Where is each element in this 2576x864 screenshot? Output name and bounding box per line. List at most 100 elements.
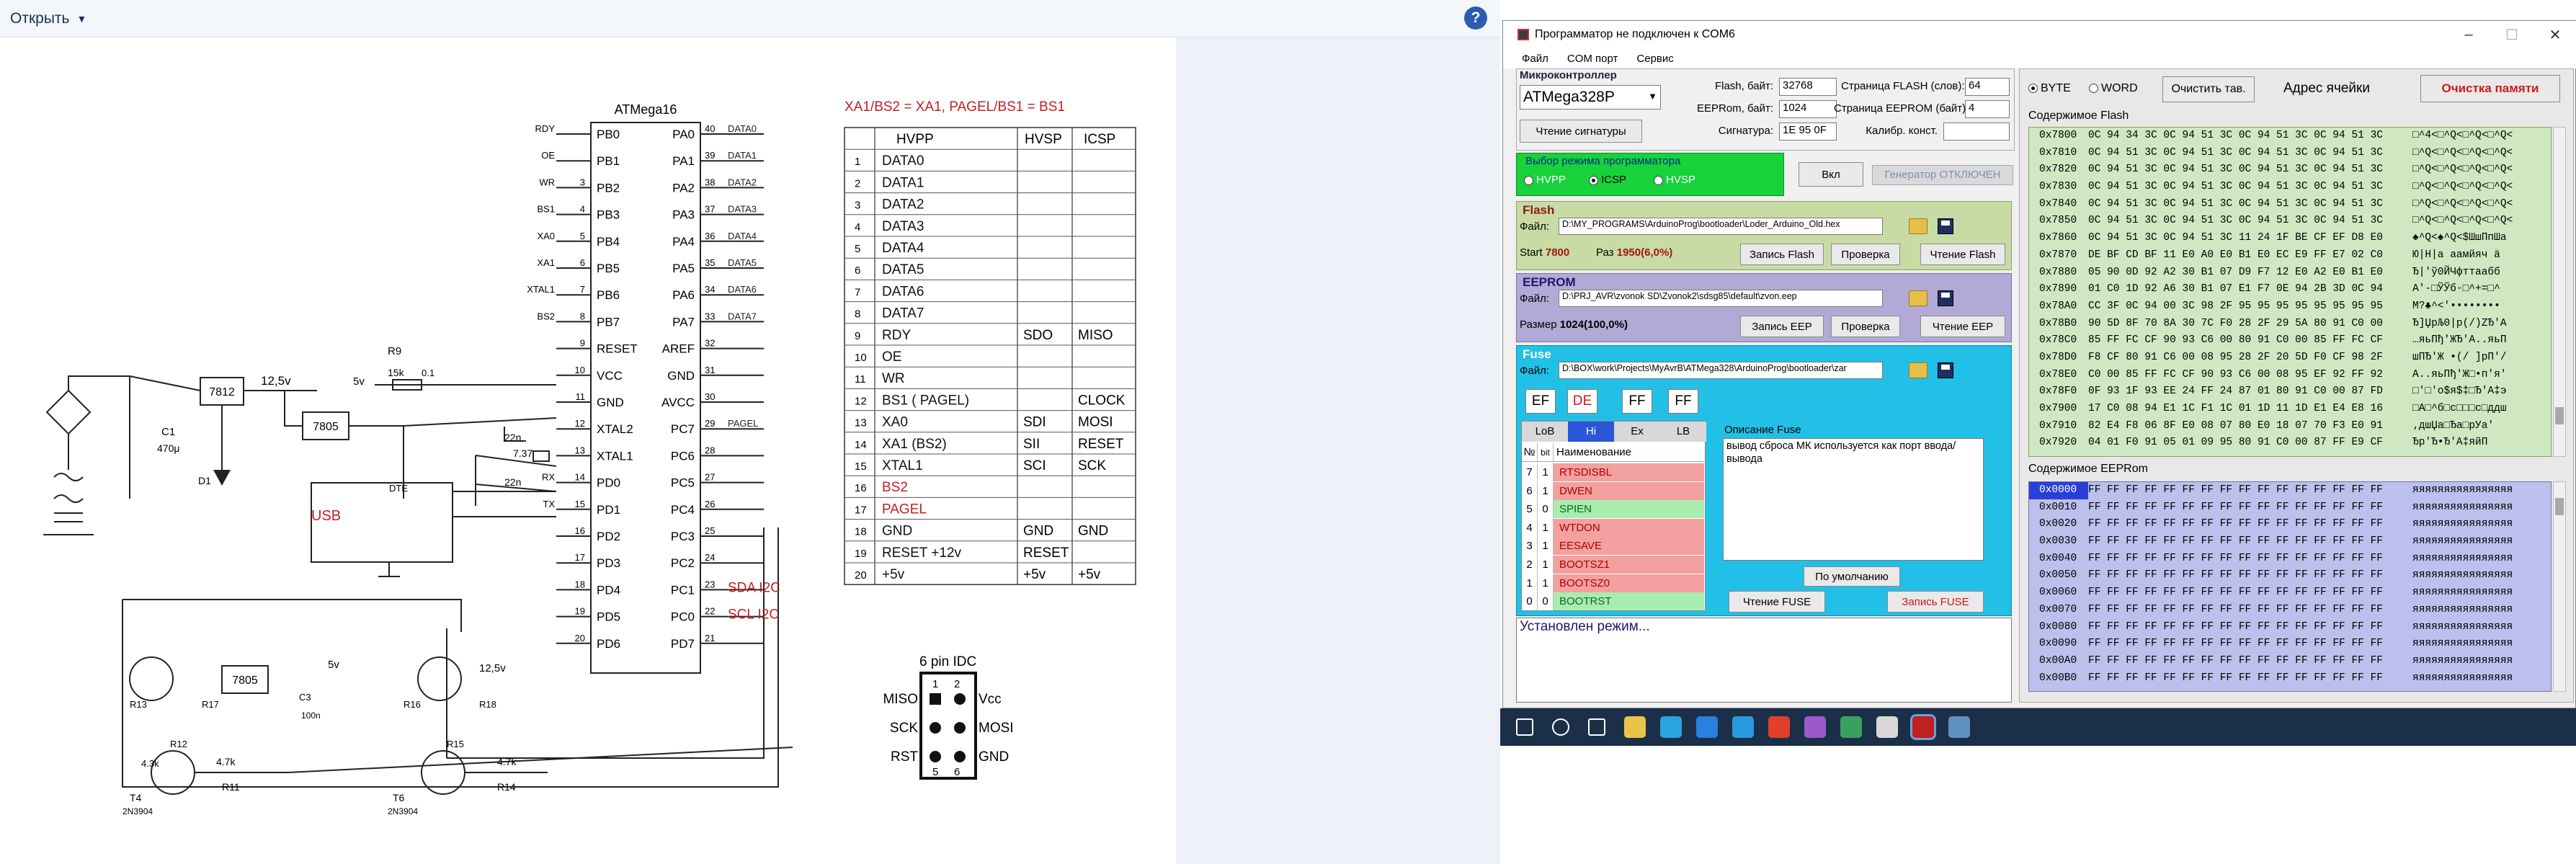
- on-button[interactable]: Вкл: [1799, 162, 1863, 187]
- save-disk-icon[interactable]: [1938, 218, 1953, 234]
- hex-row[interactable]: 0x7840 0C 94 51 3C 0C 94 51 3C 0C 94 51 3…: [2029, 196, 2551, 213]
- mode-icsp-radio[interactable]: ICSP: [1589, 174, 1626, 186]
- open-folder-icon[interactable]: [1909, 362, 1927, 378]
- calib-field[interactable]: [1943, 123, 2010, 141]
- flash-write-button[interactable]: Запись Flash: [1740, 244, 1824, 265]
- open-folder-icon[interactable]: [1909, 218, 1927, 234]
- save-disk-icon[interactable]: [1938, 290, 1953, 306]
- hex-row[interactable]: 0x78F0 0F 93 1F 93 EE 24 FF 24 87 01 80 9…: [2029, 383, 2551, 401]
- hex-row[interactable]: 0x0080 FF FF FF FF FF FF FF FF FF FF FF F…: [2029, 619, 2551, 636]
- maximize-button[interactable]: ☐: [2490, 21, 2533, 48]
- hex-row[interactable]: 0x0030 FF FF FF FF FF FF FF FF FF FF FF F…: [2029, 533, 2551, 551]
- hex-row[interactable]: 0x0020 FF FF FF FF FF FF FF FF FF FF FF F…: [2029, 516, 2551, 533]
- hex-row[interactable]: 0x7920 04 01 F0 91 05 01 09 95 80 91 C0 0…: [2029, 435, 2551, 452]
- mcu-select[interactable]: ATMega328P ▼: [1520, 85, 1661, 110]
- hex-row[interactable]: 0x0070 FF FF FF FF FF FF FF FF FF FF FF F…: [2029, 602, 2551, 619]
- fuse-ext-value[interactable]: FF: [1622, 389, 1652, 414]
- flash-bytes-field[interactable]: 32768: [1779, 78, 1837, 96]
- tab-lob[interactable]: LoB: [1522, 422, 1568, 442]
- hex-row[interactable]: 0x78E0 C0 00 85 FF FC CF 90 93 C6 00 08 9…: [2029, 367, 2551, 384]
- fuse-row[interactable]: 6 1 DWEN: [1522, 481, 1704, 500]
- flash-read-button[interactable]: Чтение Flash: [1920, 244, 2005, 265]
- clear-table-button[interactable]: Очистить тав.: [2162, 76, 2255, 102]
- menu-file[interactable]: Файл: [1522, 53, 1548, 65]
- open-button[interactable]: Открыть ▼: [10, 7, 86, 30]
- hex-row[interactable]: 0x7910 82 E4 F8 06 8F E0 08 07 80 E0 18 0…: [2029, 418, 2551, 435]
- hex-row[interactable]: 0x78C0 85 FF FC CF 90 93 C6 00 80 91 C0 0…: [2029, 332, 2551, 349]
- hex-row[interactable]: 0x78D0 F8 CF 80 91 C6 00 08 95 28 2F 20 5…: [2029, 349, 2551, 367]
- signature-field[interactable]: 1E 95 0F: [1779, 123, 1837, 141]
- menu-service[interactable]: Сервис: [1636, 53, 1673, 65]
- fuse-lock-value[interactable]: FF: [1668, 389, 1698, 414]
- hex-row[interactable]: 0x7900 17 C0 08 94 E1 1C F1 1C 01 1D 11 1…: [2029, 401, 2551, 418]
- hex-row[interactable]: 0x00B0 FF FF FF FF FF FF FF FF FF FF FF F…: [2029, 670, 2551, 687]
- read-signature-button[interactable]: Чтение сигнатуры: [1520, 120, 1642, 143]
- file-explorer-icon[interactable]: [1624, 716, 1646, 738]
- hex-row[interactable]: 0x00A0 FF FF FF FF FF FF FF FF FF FF FF F…: [2029, 653, 2551, 670]
- chrome-icon[interactable]: [1768, 716, 1790, 738]
- save-disk-icon[interactable]: [1938, 362, 1953, 378]
- flash-hex-view[interactable]: 0x7800 0C 94 34 3C 0C 94 51 3C 0C 94 51 3…: [2028, 127, 2552, 457]
- hex-row[interactable]: 0x0090 FF FF FF FF FF FF FF FF FF FF FF F…: [2029, 636, 2551, 653]
- programmer-app-icon[interactable]: [1910, 714, 1936, 740]
- hex-row[interactable]: 0x7820 0C 94 51 3C 0C 94 51 3C 0C 94 51 3…: [2029, 161, 2551, 179]
- hex-row[interactable]: 0x78B0 90 5D 8F 70 8A 30 7C F0 28 2F 29 5…: [2029, 316, 2551, 333]
- tab-lb[interactable]: LB: [1660, 422, 1706, 442]
- mode-hvsp-radio[interactable]: HVSP: [1654, 174, 1695, 186]
- tab-hi[interactable]: Hi: [1568, 422, 1614, 442]
- fuse-read-button[interactable]: Чтение FUSE: [1729, 591, 1825, 613]
- hex-row[interactable]: 0x0050 FF FF FF FF FF FF FF FF FF FF FF F…: [2029, 567, 2551, 584]
- hex-row[interactable]: 0x0060 FF FF FF FF FF FF FF FF FF FF FF F…: [2029, 584, 2551, 602]
- byte-radio[interactable]: BYTE: [2028, 82, 2071, 95]
- scroll-thumb[interactable]: [2555, 407, 2564, 424]
- hex-row[interactable]: 0x0040 FF FF FF FF FF FF FF FF FF FF FF F…: [2029, 551, 2551, 568]
- mode-hvpp-radio[interactable]: HVPP: [1524, 174, 1566, 186]
- fuse-default-button[interactable]: По умолчанию: [1804, 566, 1900, 587]
- fuse-row[interactable]: 5 0 SPIEN: [1522, 500, 1704, 519]
- close-button[interactable]: ✕: [2533, 21, 2576, 48]
- app-icon-3[interactable]: [1876, 716, 1898, 738]
- hex-row[interactable]: 0x7810 0C 94 51 3C 0C 94 51 3C 0C 94 51 3…: [2029, 145, 2551, 162]
- eeprom-verify-button[interactable]: Проверка: [1831, 316, 1900, 337]
- eeprom-page-field[interactable]: 4: [1965, 100, 2010, 118]
- fuse-row[interactable]: 0 0 BOOTRST: [1522, 592, 1704, 611]
- eeprom-read-button[interactable]: Чтение EEP: [1920, 316, 2005, 337]
- windows-start-icon[interactable]: [1516, 718, 1533, 736]
- word-radio[interactable]: WORD: [2089, 82, 2138, 95]
- hex-row[interactable]: 0x7890 01 C0 1D 92 A6 30 B1 07 E1 F7 0E 9…: [2029, 281, 2551, 298]
- help-icon[interactable]: ?: [1464, 6, 1487, 30]
- app-icon-1[interactable]: [1804, 716, 1826, 738]
- menu-com-port[interactable]: COM порт: [1567, 53, 1618, 65]
- fuse-low-value[interactable]: EF: [1525, 389, 1556, 414]
- edge-icon[interactable]: [1732, 716, 1754, 738]
- hex-row[interactable]: 0x7850 0C 94 51 3C 0C 94 51 3C 0C 94 51 3…: [2029, 213, 2551, 230]
- eeprom-file-field[interactable]: D:\PRJ_AVR\zvonok SD\Zvonok2\sdsg85\defa…: [1559, 290, 1883, 307]
- hex-row[interactable]: 0x0000 FF FF FF FF FF FF FF FF FF FF FF F…: [2029, 482, 2551, 499]
- flash-file-field[interactable]: D:\MY_PROGRAMS\ArduinoProg\bootloader\Lo…: [1559, 218, 1883, 235]
- eeprom-bytes-field[interactable]: 1024: [1779, 100, 1837, 118]
- hex-row[interactable]: 0x7870 DE BF CD BF 11 E0 A0 E0 B1 E0 EC E…: [2029, 247, 2551, 264]
- hex-row[interactable]: 0x7880 05 90 0D 92 A2 30 B1 07 D9 F7 12 E…: [2029, 264, 2551, 282]
- hex-row[interactable]: 0x7800 0C 94 34 3C 0C 94 51 3C 0C 94 51 3…: [2029, 128, 2551, 145]
- search-icon[interactable]: [1552, 718, 1569, 736]
- open-folder-icon[interactable]: [1909, 290, 1927, 306]
- fuse-high-value[interactable]: DE: [1567, 389, 1597, 414]
- task-view-icon[interactable]: [1588, 718, 1605, 736]
- fuse-row[interactable]: 2 1 BOOTSZ1: [1522, 556, 1704, 574]
- hex-row[interactable]: 0x0010 FF FF FF FF FF FF FF FF FF FF FF F…: [2029, 499, 2551, 517]
- hex-row[interactable]: 0x7830 0C 94 51 3C 0C 94 51 3C 0C 94 51 3…: [2029, 179, 2551, 196]
- clear-memory-button[interactable]: Очистка памяти: [2420, 75, 2560, 102]
- tab-ex[interactable]: Ex: [1614, 422, 1660, 442]
- eeprom-scrollbar[interactable]: [2553, 481, 2566, 692]
- fuse-file-field[interactable]: D:\BOX\work\Projects\MyAvrB\ATMega328\Ar…: [1559, 362, 1883, 379]
- eeprom-write-button[interactable]: Запись EEP: [1740, 316, 1824, 337]
- telegram-icon[interactable]: [1660, 716, 1682, 738]
- fuse-row[interactable]: 1 1 BOOTSZ0: [1522, 574, 1704, 592]
- fuse-row[interactable]: 4 1 WTDON: [1522, 518, 1704, 537]
- minimize-button[interactable]: –: [2447, 21, 2490, 48]
- hex-row[interactable]: 0x78A0 CC 3F 0C 94 00 3C 98 2F 95 95 95 9…: [2029, 298, 2551, 316]
- flash-scrollbar[interactable]: [2553, 127, 2566, 457]
- window-app-icon[interactable]: [1948, 716, 1970, 738]
- onedrive-icon[interactable]: [1696, 716, 1718, 738]
- fuse-row[interactable]: 7 1 RTSDISBL: [1522, 463, 1704, 481]
